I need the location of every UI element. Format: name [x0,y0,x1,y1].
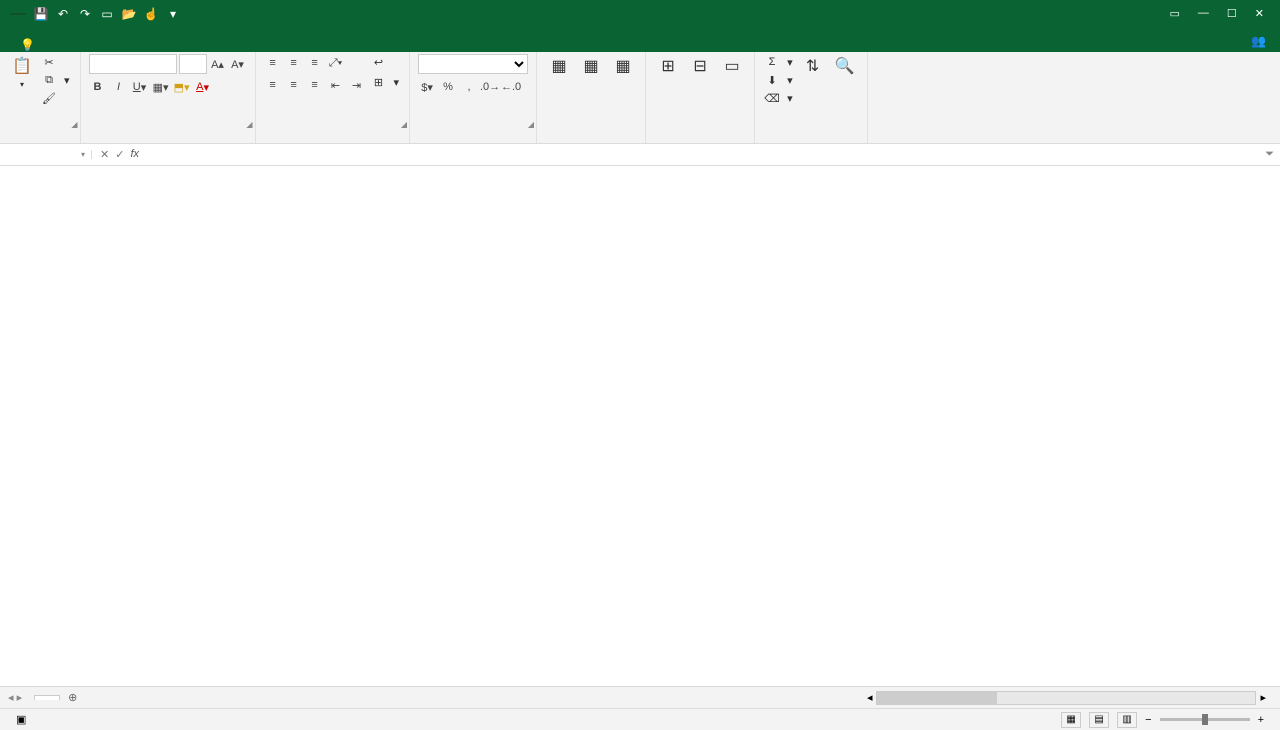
group-label [763,139,859,143]
group-label [8,139,72,143]
dialog-launcher-icon[interactable]: ◢ [71,120,77,129]
number-format-combo[interactable] [418,54,528,74]
new-sheet-icon[interactable]: ⊕ [60,691,85,704]
align-center-icon[interactable]: ≡ [285,76,303,94]
save-icon[interactable]: 💾 [34,7,48,21]
font-size-combo[interactable] [179,54,207,74]
touch-icon[interactable]: ☝ [144,7,158,21]
bold-icon[interactable]: B [89,78,107,96]
dialog-launcher-icon[interactable]: ◢ [401,120,407,129]
autosave-toggle[interactable] [10,13,26,15]
fx-icon[interactable]: fx [130,148,139,161]
formula-input[interactable] [153,149,1259,161]
window-controls: ▭ — ☐ ✕ [1170,7,1277,20]
align-bottom-icon[interactable]: ≡ [306,54,324,72]
redo-icon[interactable]: ↷ [78,7,92,21]
undo-icon[interactable]: ↶ [56,7,70,21]
italic-icon[interactable]: I [110,78,128,96]
find-select-button[interactable]: 🔍 [831,54,859,80]
tell-me[interactable]: 💡 [20,38,39,52]
new-icon[interactable]: ▭ [100,7,114,21]
group-clipboard: 📋▾ ✂ ⧉ ▾ 🖌 ◢ [0,52,81,143]
open-icon[interactable]: 📂 [122,7,136,21]
worksheet[interactable] [0,166,1280,686]
dialog-launcher-icon[interactable]: ◢ [246,120,252,129]
indent-icon[interactable]: ⇥ [348,76,366,94]
sheet-nav-icon[interactable]: ◂ ▸ [0,691,30,704]
wrap-text-button[interactable]: ↩ [370,54,402,70]
cut-button[interactable]: ✂ [40,54,72,70]
group-styles: ▦ ▦ ▦ [537,52,646,143]
enter-formula-icon[interactable]: ✓ [115,148,124,161]
merge-center-button[interactable]: ⊞ ▾ [370,74,402,90]
group-label [264,139,402,143]
font-name-combo[interactable] [89,54,177,74]
group-editing: Σ ▾ ⬇ ▾ ⌫ ▾ ⇅ 🔍 [755,52,868,143]
titlebar: 💾 ↶ ↷ ▭ 📂 ☝ ▾ ▭ — ☐ ✕ [0,0,1280,27]
horizontal-scrollbar[interactable]: ◂ ▸ [85,691,1280,705]
align-top-icon[interactable]: ≡ [264,54,282,72]
format-cells-button[interactable]: ▭ [718,54,746,80]
group-label [89,139,247,143]
group-label [654,139,746,143]
ribbon-options-icon[interactable]: ▭ [1170,7,1180,20]
group-label [545,139,637,143]
minimize-icon[interactable]: — [1198,7,1209,20]
group-label [418,139,528,143]
group-number: $▾ % , .0→ ←.0 ◢ [410,52,537,143]
align-right-icon[interactable]: ≡ [306,76,324,94]
sheet-tab[interactable] [34,695,60,700]
align-left-icon[interactable]: ≡ [264,76,282,94]
dialog-launcher-icon[interactable]: ◢ [528,120,534,129]
cancel-formula-icon[interactable]: ✕ [100,148,109,161]
autosum-button[interactable]: Σ ▾ [763,54,795,70]
percent-icon[interactable]: % [439,78,457,96]
quick-access-toolbar: 💾 ↶ ↷ ▭ 📂 ☝ ▾ [4,7,186,21]
close-icon[interactable]: ✕ [1255,7,1264,20]
ribbon: 📋▾ ✂ ⧉ ▾ 🖌 ◢ A▴ A▾ B I U▾ ▦▾ ⬒▾ [0,52,1280,144]
format-painter-button[interactable]: 🖌 [40,90,72,106]
comma-icon[interactable]: , [460,78,478,96]
group-font: A▴ A▾ B I U▾ ▦▾ ⬒▾ A▾ ◢ [81,52,256,143]
align-middle-icon[interactable]: ≡ [285,54,303,72]
inc-decimal-icon[interactable]: .0→ [481,78,499,96]
qat-dropdown-icon[interactable]: ▾ [166,7,180,21]
format-as-table-button[interactable]: ▦ [577,54,605,80]
ribbon-tabs: 💡 👥 [0,27,1280,52]
conditional-formatting-button[interactable]: ▦ [545,54,573,80]
delete-cells-button[interactable]: ⊟ [686,54,714,80]
underline-icon[interactable]: U▾ [131,78,149,96]
formula-bar: ▾ ✕ ✓ fx ⏷ [0,144,1280,166]
copy-button[interactable]: ⧉ ▾ [40,72,72,88]
currency-icon[interactable]: $▾ [418,78,436,96]
border-icon[interactable]: ▦▾ [152,78,170,96]
outdent-icon[interactable]: ⇤ [327,76,345,94]
insert-cells-button[interactable]: ⊞ [654,54,682,80]
dec-decimal-icon[interactable]: ←.0 [502,78,520,96]
share-button[interactable]: 👥 [1241,30,1280,52]
status-bar: ▣ ▦ ▤ ▥ − + [0,708,1280,730]
cell-styles-button[interactable]: ▦ [609,54,637,80]
paste-button[interactable]: 📋▾ [8,54,36,91]
font-color-icon[interactable]: A▾ [194,78,212,96]
sort-filter-button[interactable]: ⇅ [799,54,827,80]
sheet-tab-bar: ◂ ▸ ⊕ ◂ ▸ [0,686,1280,708]
grow-font-icon[interactable]: A▴ [209,55,227,73]
orientation-icon[interactable]: ⤢▾ [327,54,345,72]
maximize-icon[interactable]: ☐ [1227,7,1237,20]
fill-button[interactable]: ⬇ ▾ [763,72,795,88]
shrink-font-icon[interactable]: A▾ [229,55,247,73]
group-alignment: ≡ ≡ ≡ ⤢▾ ≡ ≡ ≡ ⇤ ⇥ ↩ ⊞ ▾ ◢ [256,52,411,143]
group-cells: ⊞ ⊟ ▭ [646,52,755,143]
name-box[interactable]: ▾ [0,150,92,159]
clear-button[interactable]: ⌫ ▾ [763,90,795,106]
expand-formula-icon[interactable]: ⏷ [1259,148,1280,161]
fill-color-icon[interactable]: ⬒▾ [173,78,191,96]
